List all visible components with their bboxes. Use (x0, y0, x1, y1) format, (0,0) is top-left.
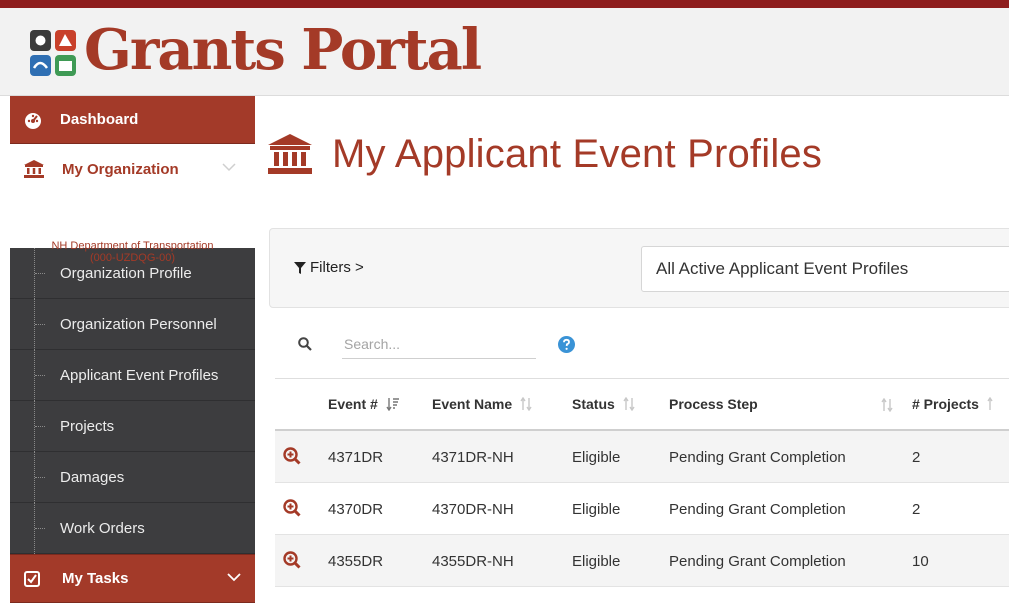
checkbox-icon (24, 570, 40, 587)
search-icon (298, 337, 312, 351)
column-label: Status (572, 396, 615, 412)
sidebar-item-label: My Organization (62, 160, 179, 178)
sort-icon[interactable] (520, 397, 532, 411)
sort-icon[interactable] (881, 398, 893, 412)
chevron-down-icon[interactable] (227, 572, 241, 582)
logo-icon (30, 30, 76, 76)
column-header-event-name[interactable]: Event Name (432, 396, 532, 412)
sidebar-item-label: Applicant Event Profiles (60, 366, 219, 384)
tree-branch (35, 273, 45, 274)
cell-status: Eligible (572, 449, 621, 466)
sidebar-item-label: Projects (60, 417, 115, 435)
cell-projects: 10 (912, 553, 929, 570)
table-row[interactable]: 4370DR 4370DR-NH Eligible Pending Grant … (275, 483, 1009, 535)
cell-event-name: 4371DR-NH (432, 449, 514, 466)
header-accent-bar (0, 0, 1009, 8)
cell-event-name: 4370DR-NH (432, 501, 514, 518)
column-label: Event Name (432, 396, 513, 412)
page-header: My Applicant Event Profiles (268, 124, 822, 184)
page-title: My Applicant Event Profiles (332, 131, 823, 176)
filter-icon (294, 261, 306, 274)
zoom-in-icon[interactable] (283, 551, 301, 569)
sidebar-item-label: Organization Personnel (60, 315, 217, 333)
filters-label: Filters > (310, 259, 364, 276)
dashboard-icon (24, 111, 42, 129)
sidebar-item-work-orders[interactable]: Work Orders (10, 503, 255, 554)
bank-icon (268, 134, 312, 174)
filter-panel: Filters > All Active Applicant Event Pro… (269, 228, 1009, 308)
sort-icon[interactable] (623, 397, 635, 411)
sidebar-item-damages[interactable]: Damages (10, 452, 255, 503)
my-organization-row[interactable]: My Organization (24, 154, 179, 184)
cell-event-number: 4371DR (328, 449, 384, 466)
sidebar-item-label: Damages (60, 468, 125, 486)
sidebar-item-organization-profile[interactable]: Organization Profile (10, 248, 255, 299)
column-label: Process Step (669, 396, 758, 412)
cell-status: Eligible (572, 553, 621, 570)
app-title[interactable]: Grants Portal (84, 14, 482, 86)
sidebar-item-label: Dashboard (60, 111, 139, 128)
tree-branch (35, 528, 45, 529)
cell-status: Eligible (572, 501, 621, 518)
sidebar-item-applicant-event-profiles[interactable]: Applicant Event Profiles (10, 350, 255, 401)
sidebar-item-projects[interactable]: Projects (10, 401, 255, 452)
cell-event-name: 4355DR-NH (432, 553, 514, 570)
sidebar-item-label: Work Orders (60, 519, 145, 537)
cell-process-step: Pending Grant Completion (669, 501, 846, 518)
cell-event-number: 4370DR (328, 501, 384, 518)
sort-desc-icon[interactable] (386, 397, 400, 411)
cell-event-number: 4355DR (328, 553, 384, 570)
top-header: Grants Portal (0, 0, 1009, 96)
table-row[interactable]: 4355DR 4355DR-NH Eligible Pending Grant … (275, 535, 1009, 587)
search-bar (298, 328, 575, 360)
sidebar: Dashboard My Organization NH Department … (10, 96, 255, 603)
table-row[interactable]: 4371DR 4371DR-NH Eligible Pending Grant … (275, 431, 1009, 483)
sidebar-item-label: Organization Profile (60, 264, 192, 282)
cell-projects: 2 (912, 449, 921, 466)
cell-process-step: Pending Grant Completion (669, 553, 846, 570)
column-header-event-number[interactable]: Event # (328, 396, 400, 412)
chevron-down-icon[interactable] (222, 162, 236, 172)
tree-branch (35, 426, 45, 427)
tree-branch (35, 477, 45, 478)
cell-process-step: Pending Grant Completion (669, 449, 846, 466)
search-input[interactable] (342, 329, 536, 359)
column-label: Event # (328, 396, 378, 412)
column-header-projects[interactable]: # Projects (912, 396, 999, 412)
filter-select[interactable]: All Active Applicant Event Profiles (641, 246, 1009, 292)
help-icon[interactable] (558, 335, 575, 353)
tree-branch (35, 375, 45, 376)
column-header-status[interactable]: Status (572, 396, 635, 412)
sidebar-item-dashboard[interactable]: Dashboard (10, 96, 255, 144)
column-header-process-step[interactable]: Process Step (669, 396, 758, 412)
sort-icon[interactable] (987, 397, 999, 411)
zoom-in-icon[interactable] (283, 447, 301, 465)
sidebar-item-organization-personnel[interactable]: Organization Personnel (10, 299, 255, 350)
sidebar-item-my-organization[interactable]: My Organization NH Department of Transpo… (10, 144, 255, 264)
sidebar-item-label: My Tasks (62, 570, 129, 587)
sidebar-item-my-tasks[interactable]: My Tasks (10, 554, 255, 602)
table-header: Event # Event Name Status Process Step #… (275, 378, 1009, 431)
filters-toggle[interactable]: Filters > (294, 259, 364, 276)
zoom-in-icon[interactable] (283, 499, 301, 517)
cell-projects: 2 (912, 501, 921, 518)
bank-icon (24, 160, 44, 178)
event-profiles-table: Event # Event Name Status Process Step #… (275, 378, 1009, 587)
tree-branch (35, 324, 45, 325)
column-label: # Projects (912, 396, 979, 412)
